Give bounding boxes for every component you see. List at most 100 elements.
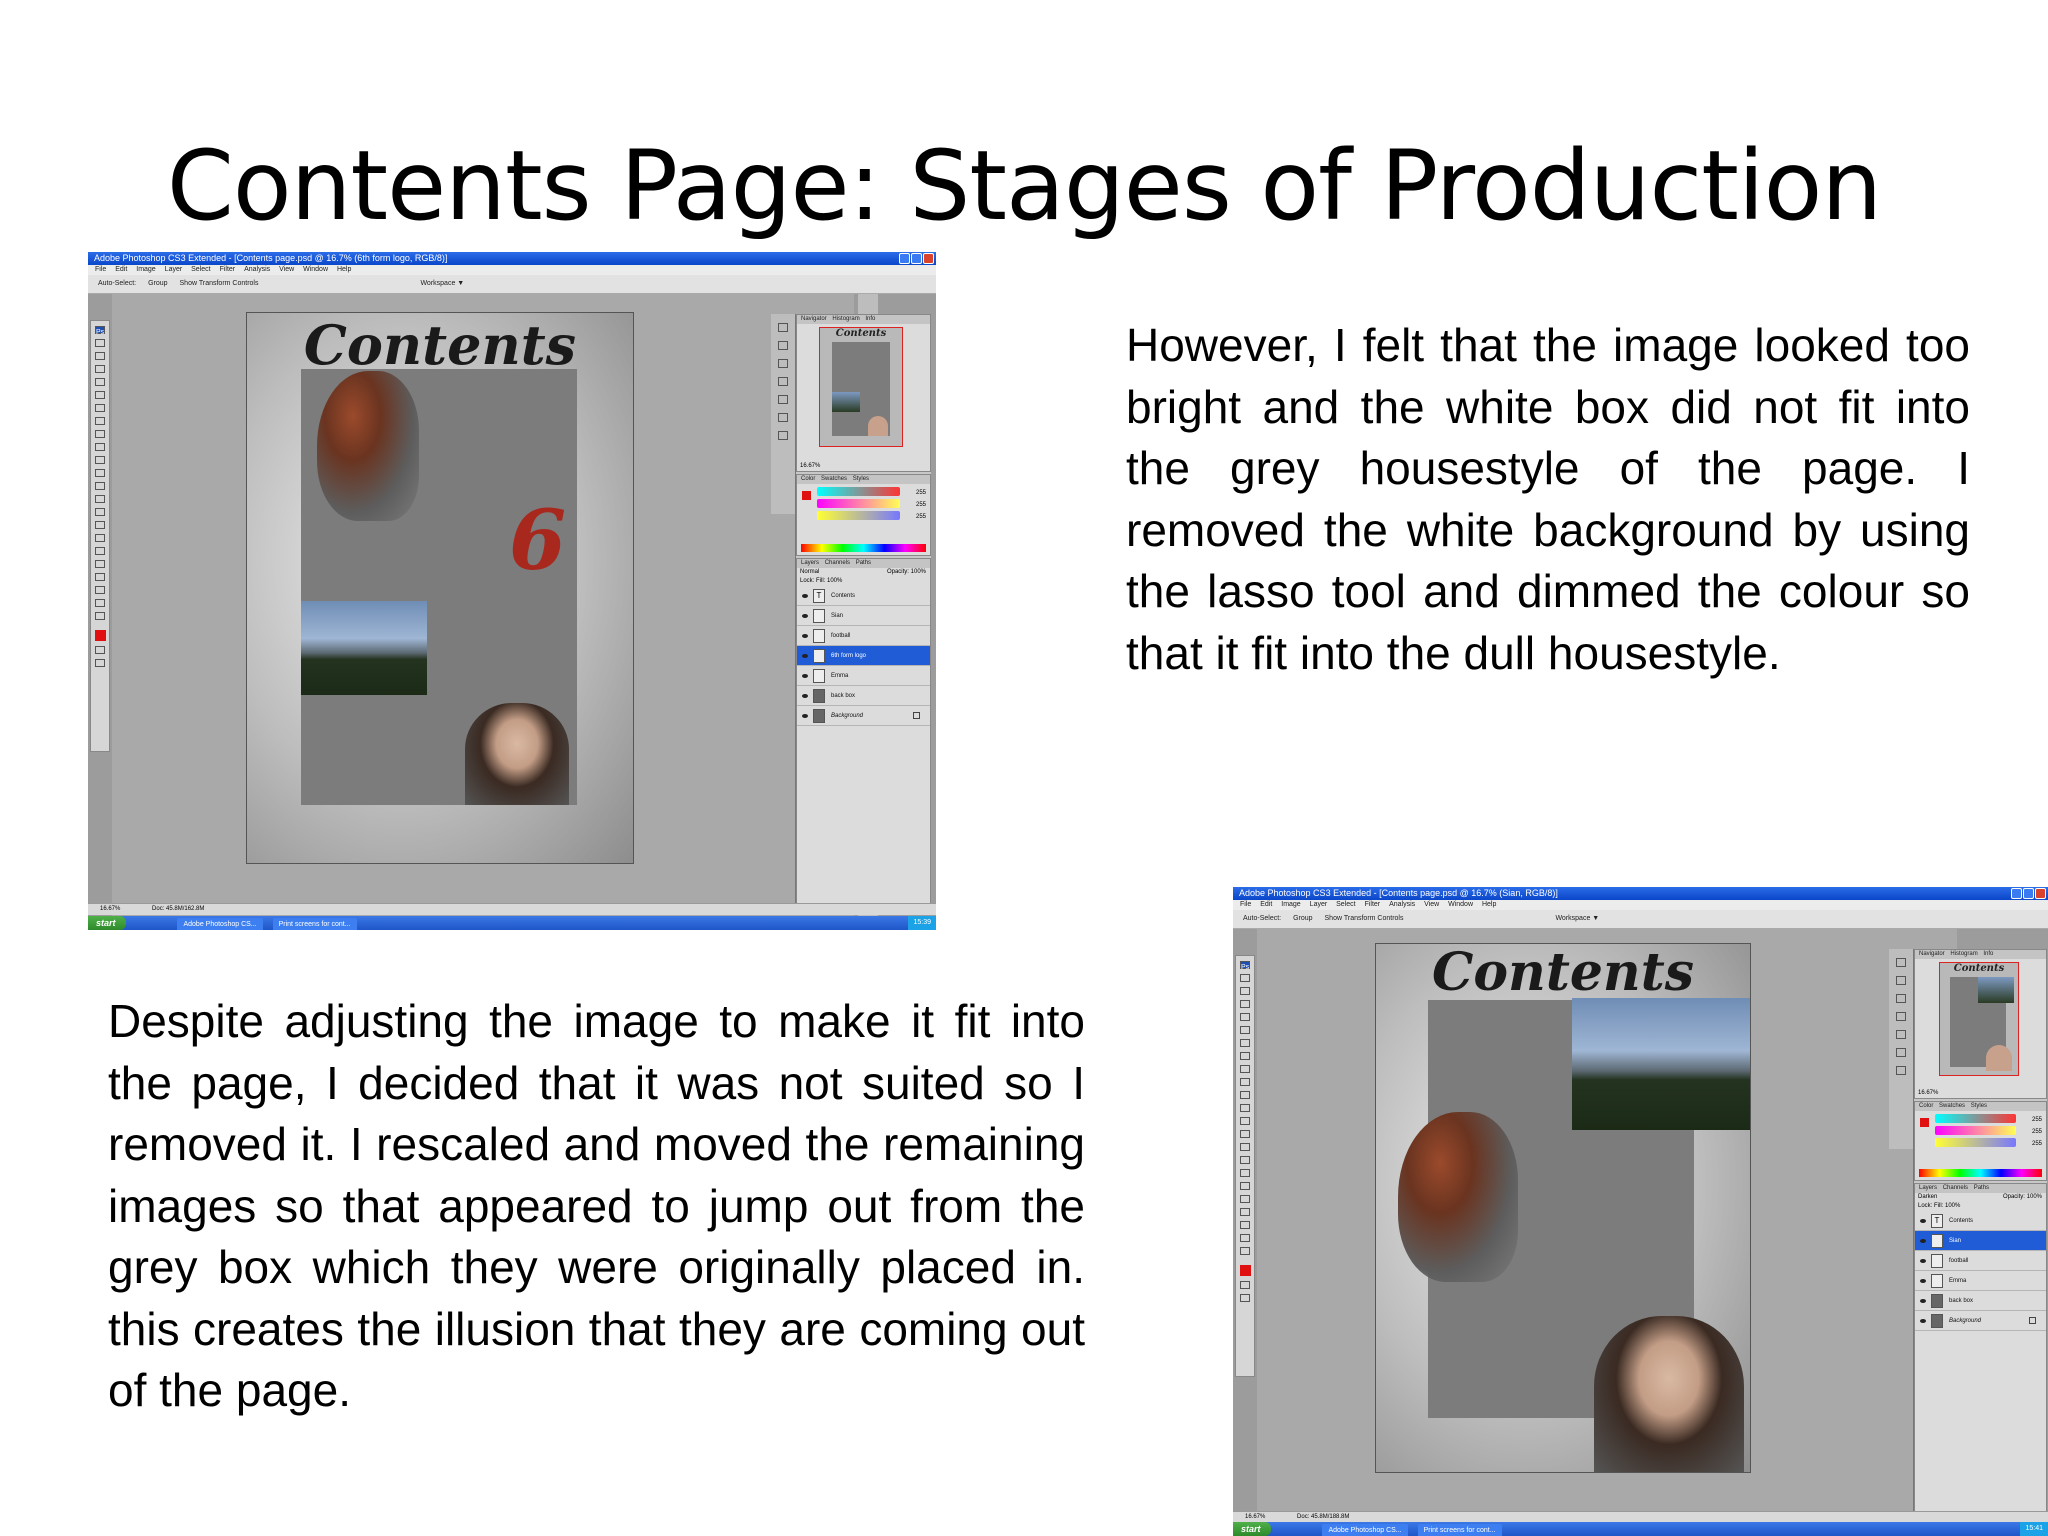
healing-tool-icon[interactable] (1240, 1052, 1250, 1060)
stamp-tool-icon[interactable] (1240, 1078, 1250, 1086)
character-panel-icon[interactable] (778, 413, 788, 422)
tab-swatches[interactable]: Swatches (1939, 1103, 1965, 1109)
layer-row[interactable]: T Contents (1915, 1211, 2046, 1231)
layer-row[interactable]: Sian (1915, 1231, 2046, 1251)
menu-edit[interactable]: Edit (115, 266, 127, 273)
navigator-zoom[interactable]: 16.67% (800, 463, 820, 469)
menu-image[interactable]: Image (136, 266, 155, 273)
menu-analysis[interactable]: Analysis (1389, 901, 1415, 908)
opacity-field[interactable]: Opacity: 100% (887, 568, 926, 577)
gradient-tool-icon[interactable] (1240, 1117, 1250, 1125)
lock-fill-row[interactable]: Lock: Fill: 100% (797, 577, 930, 586)
tab-styles[interactable]: Styles (1971, 1103, 1987, 1109)
gradient-tool-icon[interactable] (95, 482, 105, 490)
eye-icon[interactable] (1920, 1298, 1926, 1303)
green-value[interactable]: 255 (2032, 1126, 2042, 1138)
lasso-tool-icon[interactable] (1240, 1000, 1250, 1008)
tab-color[interactable]: Color (1919, 1103, 1933, 1109)
path-select-icon[interactable] (1240, 1182, 1250, 1190)
quick-mask-icon[interactable] (95, 646, 105, 654)
menu-view[interactable]: View (279, 266, 294, 273)
navigator-thumbnail[interactable]: Contents (819, 327, 903, 447)
crop-tool-icon[interactable] (95, 391, 105, 399)
brush-tool-icon[interactable] (1240, 1065, 1250, 1073)
maximize-icon[interactable] (2023, 888, 2034, 899)
eye-icon[interactable] (1920, 1238, 1926, 1243)
layer-row[interactable]: Emma (1915, 1271, 2046, 1291)
stamp-tool-icon[interactable] (95, 443, 105, 451)
layer-row[interactable]: Emma (797, 666, 930, 686)
close-icon[interactable] (2035, 888, 2046, 899)
menu-filter[interactable]: Filter (220, 266, 236, 273)
navigator-thumbnail[interactable]: Contents (1939, 962, 2019, 1076)
tab-histogram[interactable]: Histogram (832, 316, 859, 322)
menu-layer[interactable]: Layer (1310, 901, 1328, 908)
eraser-tool-icon[interactable] (95, 469, 105, 477)
blur-tool-icon[interactable] (1240, 1130, 1250, 1138)
layer-row[interactable]: 6th form logo (797, 646, 930, 666)
history-panel-icon[interactable] (1896, 958, 1906, 967)
dodge-tool-icon[interactable] (95, 508, 105, 516)
tab-layers[interactable]: Layers (1919, 1185, 1937, 1191)
eye-icon[interactable] (1920, 1278, 1926, 1283)
lasso-tool-icon[interactable] (95, 365, 105, 373)
menu-analysis[interactable]: Analysis (244, 266, 270, 273)
tab-styles[interactable]: Styles (853, 476, 869, 482)
history-brush-icon[interactable] (95, 456, 105, 464)
tab-navigator[interactable]: Navigator (1919, 951, 1945, 957)
start-button[interactable]: start (1233, 1522, 1271, 1536)
pen-tool-icon[interactable] (1240, 1156, 1250, 1164)
menu-help[interactable]: Help (337, 266, 351, 273)
type-tool-icon[interactable] (1240, 1169, 1250, 1177)
move-tool-icon[interactable] (1240, 974, 1250, 982)
show-transform-checkbox[interactable]: Show Transform Controls (180, 280, 259, 287)
tab-swatches[interactable]: Swatches (821, 476, 847, 482)
menu-window[interactable]: Window (1448, 901, 1473, 908)
pen-tool-icon[interactable] (95, 521, 105, 529)
foreground-color-swatch[interactable] (1239, 1265, 1251, 1276)
red-slider[interactable] (1935, 1114, 2016, 1123)
marquee-tool-icon[interactable] (95, 352, 105, 360)
eye-icon[interactable] (1920, 1218, 1926, 1223)
character-panel-icon[interactable] (1896, 1048, 1906, 1057)
red-value[interactable]: 255 (2032, 1114, 2042, 1126)
menu-filter[interactable]: Filter (1365, 901, 1381, 908)
tab-channels[interactable]: Channels (825, 560, 850, 566)
auto-select-checkbox[interactable]: Auto-Select: (98, 280, 136, 287)
eye-icon[interactable] (802, 653, 808, 658)
slice-tool-icon[interactable] (1240, 1039, 1250, 1047)
eye-icon[interactable] (802, 713, 808, 718)
menu-file[interactable]: File (95, 266, 106, 273)
history-panel-icon[interactable] (778, 323, 788, 332)
tab-info[interactable]: Info (1983, 951, 1993, 957)
dodge-tool-icon[interactable] (1240, 1143, 1250, 1151)
eye-icon[interactable] (1920, 1258, 1926, 1263)
move-tool-icon[interactable] (95, 339, 105, 347)
notes-tool-icon[interactable] (1240, 1208, 1250, 1216)
eraser-tool-icon[interactable] (1240, 1104, 1250, 1112)
quick-mask-icon[interactable] (1240, 1281, 1250, 1289)
zoom-tool-icon[interactable] (1240, 1247, 1250, 1255)
group-select[interactable]: Group (1293, 915, 1312, 922)
screen-mode-icon[interactable] (1240, 1294, 1250, 1302)
eyedropper-tool-icon[interactable] (95, 586, 105, 594)
eye-icon[interactable] (802, 673, 808, 678)
tab-paths[interactable]: Paths (856, 560, 871, 566)
type-tool-icon[interactable] (95, 534, 105, 542)
eye-icon[interactable] (802, 693, 808, 698)
menu-view[interactable]: View (1424, 901, 1439, 908)
screen-mode-icon[interactable] (95, 659, 105, 667)
taskbar-item-photoshop[interactable]: Adobe Photoshop CS... (177, 918, 263, 930)
green-value[interactable]: 255 (916, 499, 926, 511)
layer-row[interactable]: Background (1915, 1311, 2046, 1331)
color-swatch[interactable] (802, 491, 811, 500)
hand-tool-icon[interactable] (1240, 1234, 1250, 1242)
tab-paths[interactable]: Paths (1974, 1185, 1989, 1191)
tab-layers[interactable]: Layers (801, 560, 819, 566)
menu-edit[interactable]: Edit (1260, 901, 1272, 908)
marquee-tool-icon[interactable] (1240, 987, 1250, 995)
maximize-icon[interactable] (911, 253, 922, 264)
notes-tool-icon[interactable] (95, 573, 105, 581)
menu-help[interactable]: Help (1482, 901, 1496, 908)
status-zoom[interactable]: 16.67% (100, 906, 120, 912)
